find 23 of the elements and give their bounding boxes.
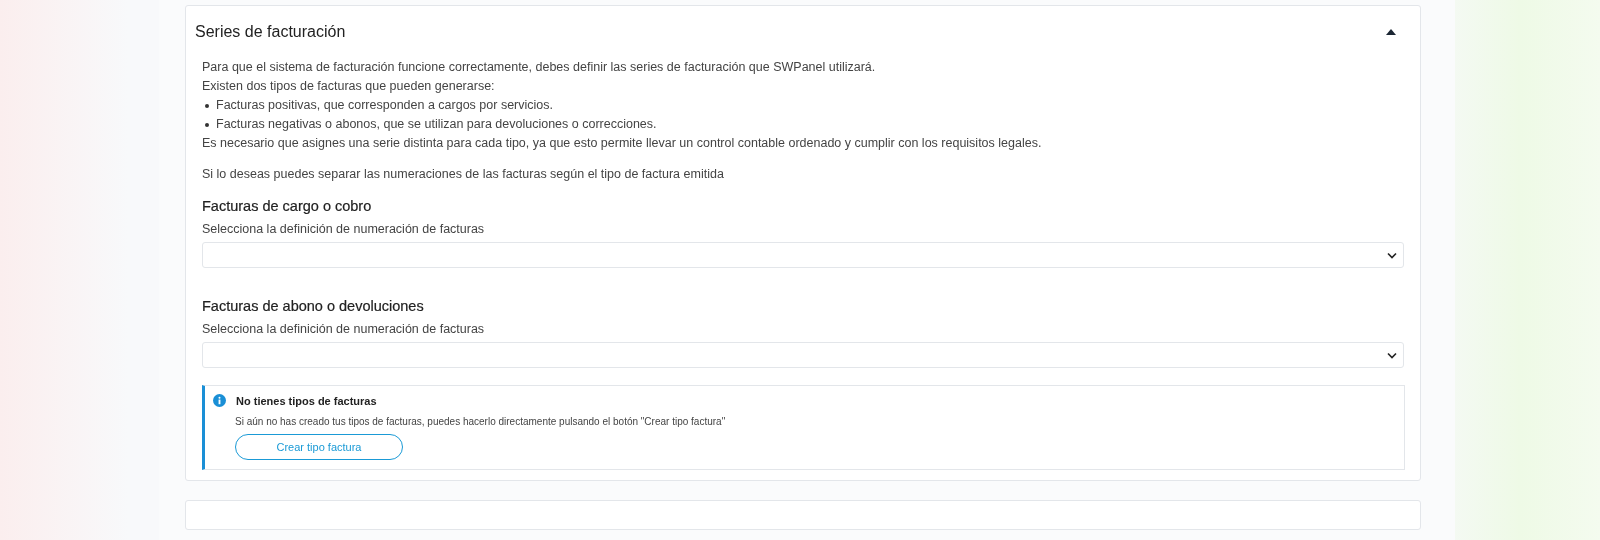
chevron-down-icon — [1387, 351, 1397, 359]
list-item: Facturas positivas, que corresponden a cargos por servicios. — [216, 97, 553, 114]
panel-title: Series de facturación — [195, 23, 346, 41]
alert-title: No tienes tipos de facturas — [236, 394, 377, 407]
description-text: Para que el sistema de facturación funcione correctamente, debes definir las series de facturación que SWPanel utilizará. — [202, 59, 877, 76]
chevron-down-icon — [1387, 251, 1397, 259]
description-text: Es necesario que asignes una serie distinta para cada tipo, ya que esto permite llevar un control contable ordenado y cumplir con los requisitos legales. — [202, 135, 1043, 152]
create-invoice-type-button[interactable]: Crear tipo factura — [235, 434, 403, 460]
alert-text: Si aún no has creado tus tipos de facturas, puedes hacerlo directamente pulsando el botón "Crear tipo factura" — [235, 416, 727, 427]
description-text: Si lo deseas puedes separar las numeraciones de las facturas según el tipo de factura emitida — [202, 166, 725, 183]
list-item: Facturas negativas o abonos, que se utilizan para devoluciones o correcciones. — [216, 116, 657, 133]
caret-icon — [1386, 29, 1396, 35]
bullet-icon — [205, 103, 209, 108]
section-heading: Facturas de cargo o cobro — [202, 198, 373, 214]
info-icon — [213, 394, 226, 407]
section-heading: Facturas de abono o devoluciones — [202, 298, 425, 314]
bullet-icon — [205, 122, 209, 127]
field-label: Selecciona la definición de numeración de facturas — [202, 322, 486, 336]
select-field[interactable] — [202, 242, 1404, 268]
select-field[interactable] — [202, 342, 1404, 368]
field-label: Selecciona la definición de numeración de facturas — [202, 222, 486, 236]
description-text: Existen dos tipos de facturas que pueden generarse: — [202, 78, 496, 95]
collapse-toggle[interactable] — [1384, 27, 1398, 37]
